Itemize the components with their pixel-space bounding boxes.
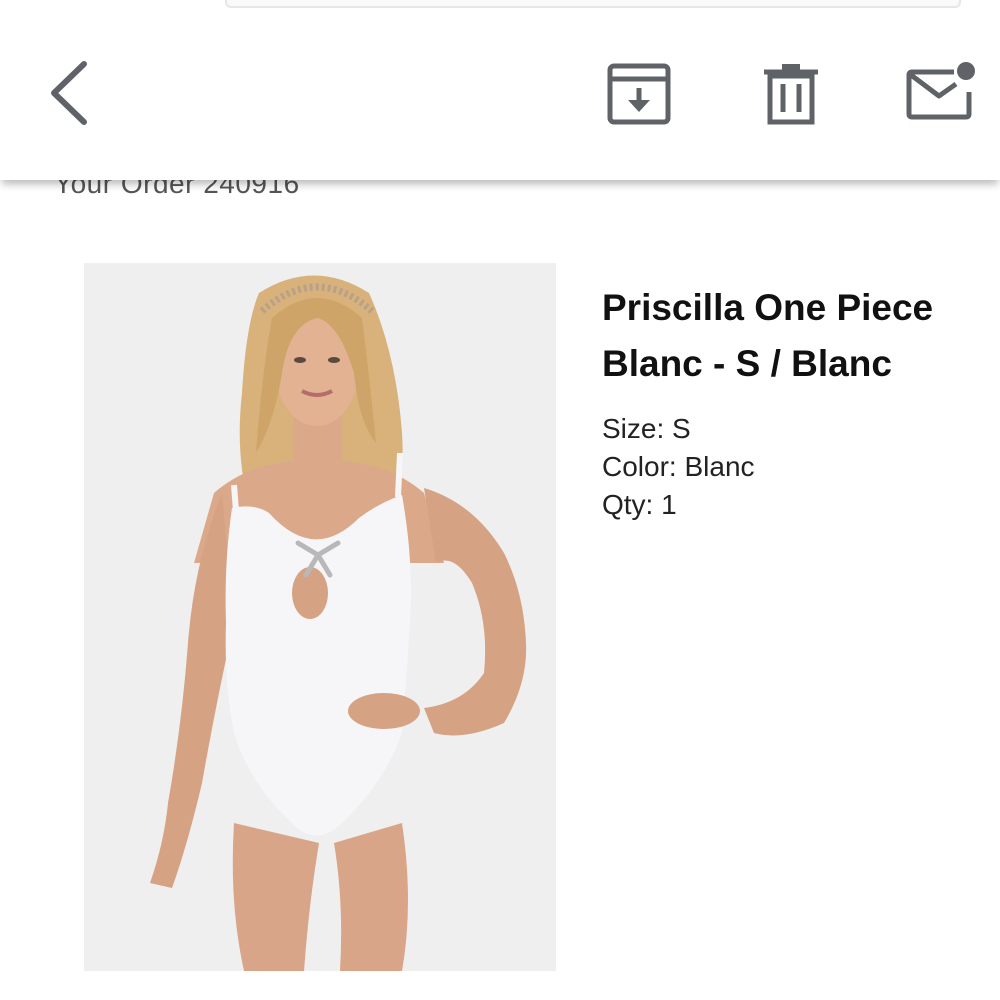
product-details: Size: S Color: Blanc Qty: 1 bbox=[602, 410, 755, 524]
delete-button[interactable] bbox=[760, 62, 822, 126]
mark-unread-button[interactable] bbox=[904, 58, 980, 126]
swimsuit-photo bbox=[84, 263, 556, 971]
product-title-line2: Blanc - S / Blanc bbox=[602, 343, 892, 384]
archive-icon bbox=[607, 63, 671, 125]
address-bar[interactable] bbox=[225, 0, 961, 8]
color-label: Color: Blanc bbox=[602, 451, 755, 482]
email-view: Your Order 240916 Priscilla One Piece Bl… bbox=[0, 0, 1000, 1000]
product-title-line1: Priscilla One Piece bbox=[602, 287, 934, 328]
product-title[interactable]: Priscilla One Piece Blanc - S / Blanc bbox=[602, 280, 1000, 392]
chevron-left-icon bbox=[51, 61, 87, 125]
back-button[interactable] bbox=[44, 60, 96, 126]
qty-label: Qty: 1 bbox=[602, 489, 677, 520]
trash-icon bbox=[764, 64, 818, 125]
email-toolbar bbox=[0, 22, 1000, 180]
product-image[interactable] bbox=[84, 263, 556, 971]
archive-button[interactable] bbox=[606, 62, 672, 126]
mail-unread-icon bbox=[906, 62, 975, 120]
size-label: Size: S bbox=[602, 413, 691, 444]
